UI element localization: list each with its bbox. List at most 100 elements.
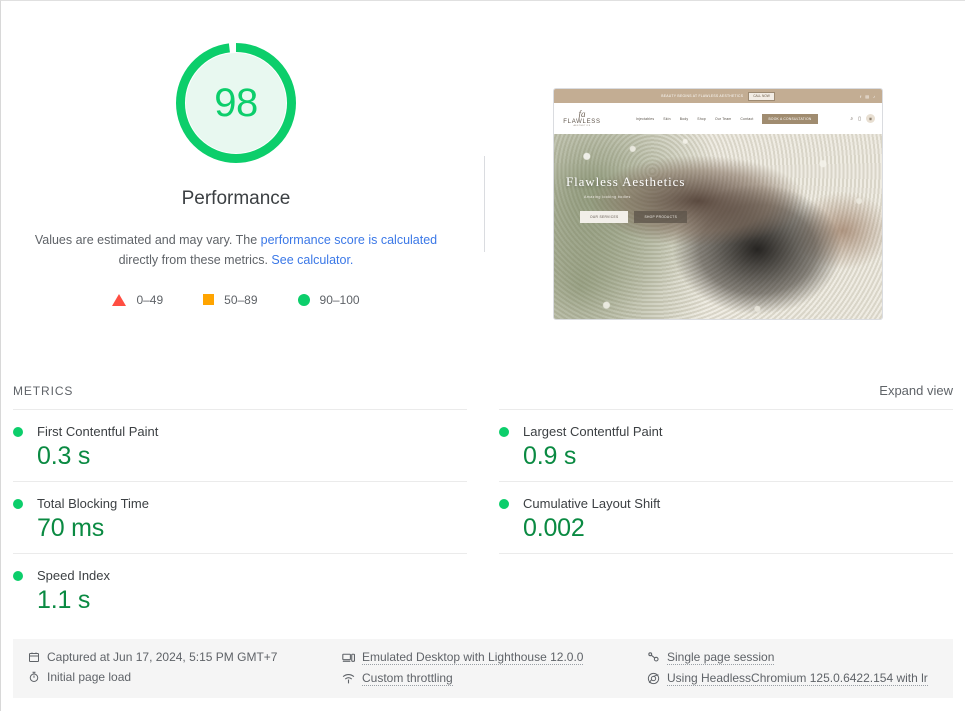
final-screenshot-column: BEAUTY BEGINS AT FLAWLESS AESTHETICS CAL… [471,19,965,320]
performance-score-calculated-link[interactable]: performance score is calculated [261,233,437,247]
site-announcement-bar: BEAUTY BEGINS AT FLAWLESS AESTHETICS CAL… [554,89,882,103]
legend-label-average: 50–89 [224,292,258,307]
site-navigation-bar: fa FLAWLESS AESTHETICS Injectables Skin … [554,103,882,134]
metric-value: 0.002 [523,514,585,542]
pass-circle-icon [499,426,509,437]
metric-head: Total Blocking Time [13,496,467,511]
metric-first-contentful-paint[interactable]: First Contentful Paint 0.3 s [13,409,467,481]
legend-label-fail: 0–49 [136,292,164,307]
site-nav-item-skin: Skin [663,116,671,121]
site-nav-item-shop: Shop [697,116,706,121]
hero-buttons: OUR SERVICES SHOP PRODUCTS [580,211,688,223]
site-nav-item-body: Body [679,116,689,121]
user-agent-text[interactable]: Using HeadlessChromium 125.0.6422.154 wi… [667,671,928,686]
pass-circle-icon [13,426,23,437]
site-nav-item-injectables: Injectables [635,116,655,121]
metric-total-blocking-time[interactable]: Total Blocking Time 70 ms [13,481,467,553]
metric-value: 0.9 s [523,442,577,470]
site-social-icons: f ▤ ♪ [860,94,875,99]
see-calculator-link[interactable]: See calculator. [271,253,353,267]
environment-emulation-row: Emulated Desktop with Lighthouse 12.0.0 [342,650,647,665]
metric-speed-index[interactable]: Speed Index 1.1 s [13,553,467,625]
bag-icon: ▯ [858,115,861,122]
instagram-icon: ▤ [865,93,869,99]
emulation-text[interactable]: Emulated Desktop with Lighthouse 12.0.0 [362,650,584,665]
square-icon [203,294,215,305]
page-load-text: Initial page load [47,670,132,684]
hero-pebble-texture [554,134,882,319]
throttling-text[interactable]: Custom throttling [362,671,453,686]
metric-label: Speed Index [37,568,111,583]
metric-value: 0.3 s [37,442,91,470]
site-announcement-text: BEAUTY BEGINS AT FLAWLESS AESTHETICS [661,94,744,98]
lighthouse-report-viewport: 98 Performance Values are estimated and … [0,0,965,711]
triangle-icon [112,293,127,306]
environment-column-emulation: Emulated Desktop with Lighthouse 12.0.0 … [342,650,647,686]
logo-monogram: fa [578,109,586,119]
metric-head: Cumulative Layout Shift [499,496,953,511]
metric-head: Speed Index [13,568,467,583]
logo-subtitle: AESTHETICS [573,125,591,127]
legend-item-pass: 90–100 [297,292,360,307]
hero-content: Flawless Aesthetics Amazing looking bodi… [566,174,688,223]
metric-placeholder [499,553,953,625]
hero-our-services-button: OUR SERVICES [580,211,629,223]
site-nav-items: Injectables Skin Body Shop Our Team Cont… [610,113,843,124]
environment-column-capture: Captured at Jun 17, 2024, 5:15 PM GMT+7 … [27,650,342,686]
site-nav-icons: ⌕ ▯ ◉ [850,114,875,123]
stopwatch-icon [27,671,40,684]
score-legend: 0–49 50–89 90–100 [112,292,360,307]
environment-page-load-row: Initial page load [27,670,342,684]
environment-throttling-row: Custom throttling [342,671,647,686]
account-icon: ◉ [866,114,875,123]
performance-category-title: Performance [181,188,291,209]
metric-cumulative-layout-shift[interactable]: Cumulative Layout Shift 0.002 [499,481,953,553]
pass-circle-icon [499,498,509,509]
disclaimer-text-before: Values are estimated and may vary. The [34,233,261,247]
site-call-now-button: CALL NOW [748,91,775,101]
site-hero: Flawless Aesthetics Amazing looking bodi… [554,134,882,319]
environment-session-row: Single page session [647,650,939,665]
section-divider [484,156,485,252]
pass-circle-icon [13,498,23,509]
environment-captured-at-row: Captured at Jun 17, 2024, 5:15 PM GMT+7 [27,650,342,664]
metric-head: Largest Contentful Paint [499,424,953,439]
calendar-icon [27,651,40,664]
site-nav-item-our-team: Our Team [714,116,732,121]
metric-largest-contentful-paint[interactable]: Largest Contentful Paint 0.9 s [499,409,953,481]
metric-label: Cumulative Layout Shift [523,496,661,511]
legend-label-pass: 90–100 [319,292,360,307]
score-and-thumbnail-section: 98 Performance Values are estimated and … [1,1,965,361]
site-nav-item-contact: Contact [740,116,754,121]
network-throttle-icon [342,672,355,685]
metric-label: Largest Contentful Paint [523,424,663,439]
captured-at-text: Captured at Jun 17, 2024, 5:15 PM GMT+7 [47,650,278,664]
environment-footer: Captured at Jun 17, 2024, 5:15 PM GMT+7 … [13,639,953,698]
metrics-grid: First Contentful Paint 0.3 s Largest Con… [1,409,965,625]
circle-icon [297,293,310,306]
metric-label: Total Blocking Time [37,496,149,511]
legend-item-fail: 0–49 [112,293,163,307]
metric-value: 1.1 s [37,586,91,614]
performance-gauge[interactable]: 98 [173,40,299,166]
metric-head: First Contentful Paint [13,424,467,439]
site-book-consultation-button: BOOK A CONSULTATION [762,113,818,124]
hero-subtitle: Amazing looking bodies [584,195,631,199]
environment-user-agent-row: Using HeadlessChromium 125.0.6422.154 wi… [647,671,939,686]
performance-score-value: 98 [214,81,258,125]
search-icon: ⌕ [850,115,854,122]
performance-score-column: 98 Performance Values are estimated and … [1,19,471,307]
expand-view-toggle[interactable]: Expand view [879,383,953,398]
single-page-session-icon [647,651,660,664]
desktop-icon [342,651,355,664]
tiktok-icon: ♪ [873,93,875,99]
score-disclaimer: Values are estimated and may vary. The p… [26,230,446,271]
metric-value: 70 ms [37,514,105,542]
metrics-title: METRICS [13,384,74,398]
metric-label: First Contentful Paint [37,424,159,439]
final-screenshot-thumbnail[interactable]: BEAUTY BEGINS AT FLAWLESS AESTHETICS CAL… [553,88,883,320]
hero-shop-products-button: SHOP PRODUCTS [634,211,688,223]
environment-column-session: Single page session Using HeadlessChromi… [647,650,939,686]
site-logo: fa FLAWLESS AESTHETICS [561,109,603,128]
session-text[interactable]: Single page session [667,650,775,665]
